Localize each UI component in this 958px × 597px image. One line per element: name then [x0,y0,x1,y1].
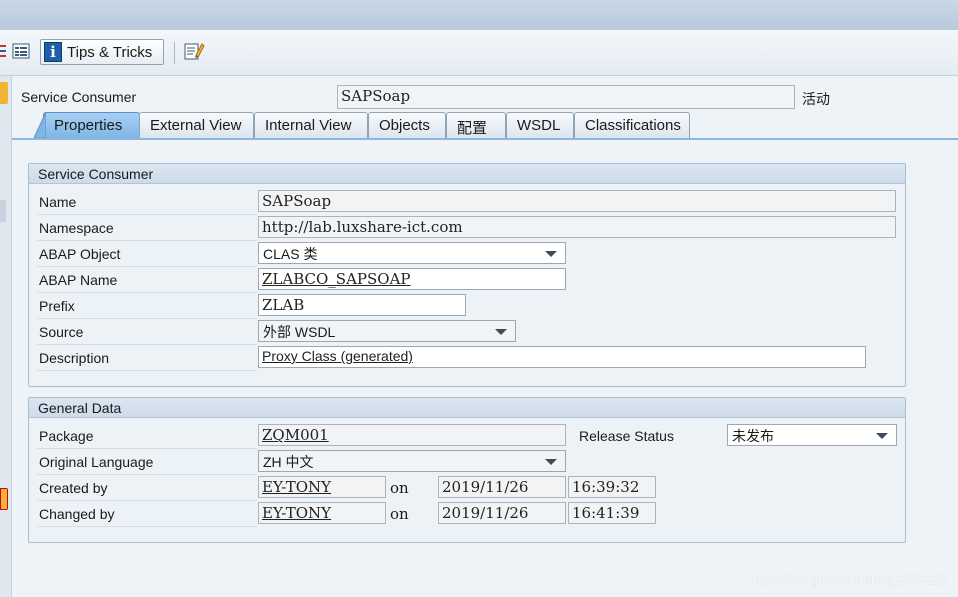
application-toolbar: i Tips & Tricks [0,30,958,76]
namespace-field[interactable]: http://lab.luxshare-ict.com [258,216,896,238]
row-divider [37,266,257,267]
row-divider [37,448,257,449]
tab-properties[interactable]: Properties [34,112,140,138]
created-date-field[interactable]: 2019/11/26 [438,476,566,498]
service-consumer-group: Service Consumer Name SAPSoap Namespace … [28,163,906,387]
original-language-label: Original Language [39,454,154,470]
row-divider [37,292,257,293]
abap-object-value: CLAS 类 [263,246,318,262]
tab-label: Objects [379,117,430,134]
status-text: 活动 [802,91,830,107]
prefix-label: Prefix [39,298,75,314]
tab-label: Properties [54,117,123,134]
row-divider [37,214,257,215]
left-strip-marker[interactable] [0,82,8,104]
tab-internal-view[interactable]: Internal View [254,112,368,138]
chevron-down-icon[interactable] [495,329,507,335]
changed-time-field[interactable]: 16:41:39 [568,502,656,524]
row-divider [37,500,257,501]
row-divider [37,240,257,241]
general-data-group: General Data Package ZQM001 Release Stat… [28,397,906,543]
source-dropdown[interactable]: 外部 WSDL [258,320,516,342]
tab-label: Classifications [585,117,681,134]
description-label: Description [39,350,110,366]
toolbar-separator [174,42,175,64]
tab-label: External View [150,117,242,134]
tab-label: Internal View [265,117,352,134]
window-titlebar [0,0,958,30]
package-field[interactable]: ZQM001 [258,424,566,446]
tab-label: WSDL [517,117,561,134]
name-field[interactable]: SAPSoap [258,190,896,212]
document-view-icon[interactable] [12,42,30,60]
original-language-dropdown[interactable]: ZH 中文 [258,450,566,472]
left-navigation-strip [0,76,12,597]
changed-by-label: Changed by [39,506,115,522]
tab-config[interactable]: 配置 [446,112,506,138]
tab-label: 配置 [457,120,488,137]
main-content: Service Consumer SAPSoap 活动 Properties E… [12,76,958,597]
row-divider [37,370,257,371]
source-label: Source [39,324,84,340]
namespace-label: Namespace [39,220,114,236]
release-status-dropdown[interactable]: 未发布 [727,424,897,446]
prefix-field[interactable]: ZLAB [258,294,466,316]
abap-name-field[interactable]: ZLABCO_SAPSOAP [258,268,566,290]
left-strip-marker[interactable] [0,200,6,222]
watermark: https://blog.csdn.net/sq1986127 [749,571,948,587]
tab-external-view[interactable]: External View [139,112,254,138]
service-consumer-header-label: Service Consumer [21,89,137,105]
abap-object-label: ABAP Object [39,246,121,262]
chevron-down-icon[interactable] [876,433,888,439]
name-label: Name [39,194,77,210]
tab-edge [34,112,46,138]
changed-on-label: on [390,505,409,523]
abap-name-label: ABAP Name [39,272,118,288]
group-title: General Data [29,398,905,418]
tab-underline [12,138,958,140]
row-divider [37,318,257,319]
package-label: Package [39,428,94,444]
row-divider [37,344,257,345]
chevron-down-icon[interactable] [545,251,557,257]
tips-and-tricks-button[interactable]: i Tips & Tricks [40,39,164,65]
release-status-label: Release Status [579,428,674,444]
row-divider [37,474,257,475]
group-title: Service Consumer [29,164,905,184]
tab-objects[interactable]: Objects [368,112,446,138]
created-time-field[interactable]: 16:39:32 [568,476,656,498]
created-by-label: Created by [39,480,108,496]
tips-and-tricks-label: Tips & Tricks [67,43,153,61]
chevron-down-icon[interactable] [545,459,557,465]
edit-note-icon[interactable] [183,40,205,62]
abap-object-dropdown[interactable]: CLAS 类 [258,242,566,264]
description-field[interactable]: Proxy Class (generated) [258,346,866,368]
changed-date-field[interactable]: 2019/11/26 [438,502,566,524]
created-on-label: on [390,479,409,497]
source-value: 外部 WSDL [263,324,336,340]
tab-wsdl[interactable]: WSDL [506,112,574,138]
left-strip-marker[interactable] [0,488,8,510]
info-icon: i [44,42,62,62]
service-consumer-header-field[interactable]: SAPSoap [337,85,795,109]
release-status-value: 未发布 [732,428,774,444]
changed-by-field[interactable]: EY-TONY [258,502,386,524]
row-divider [37,526,257,527]
original-language-value: ZH 中文 [263,454,314,470]
tab-classifications[interactable]: Classifications [574,112,690,138]
created-by-field[interactable]: EY-TONY [258,476,386,498]
